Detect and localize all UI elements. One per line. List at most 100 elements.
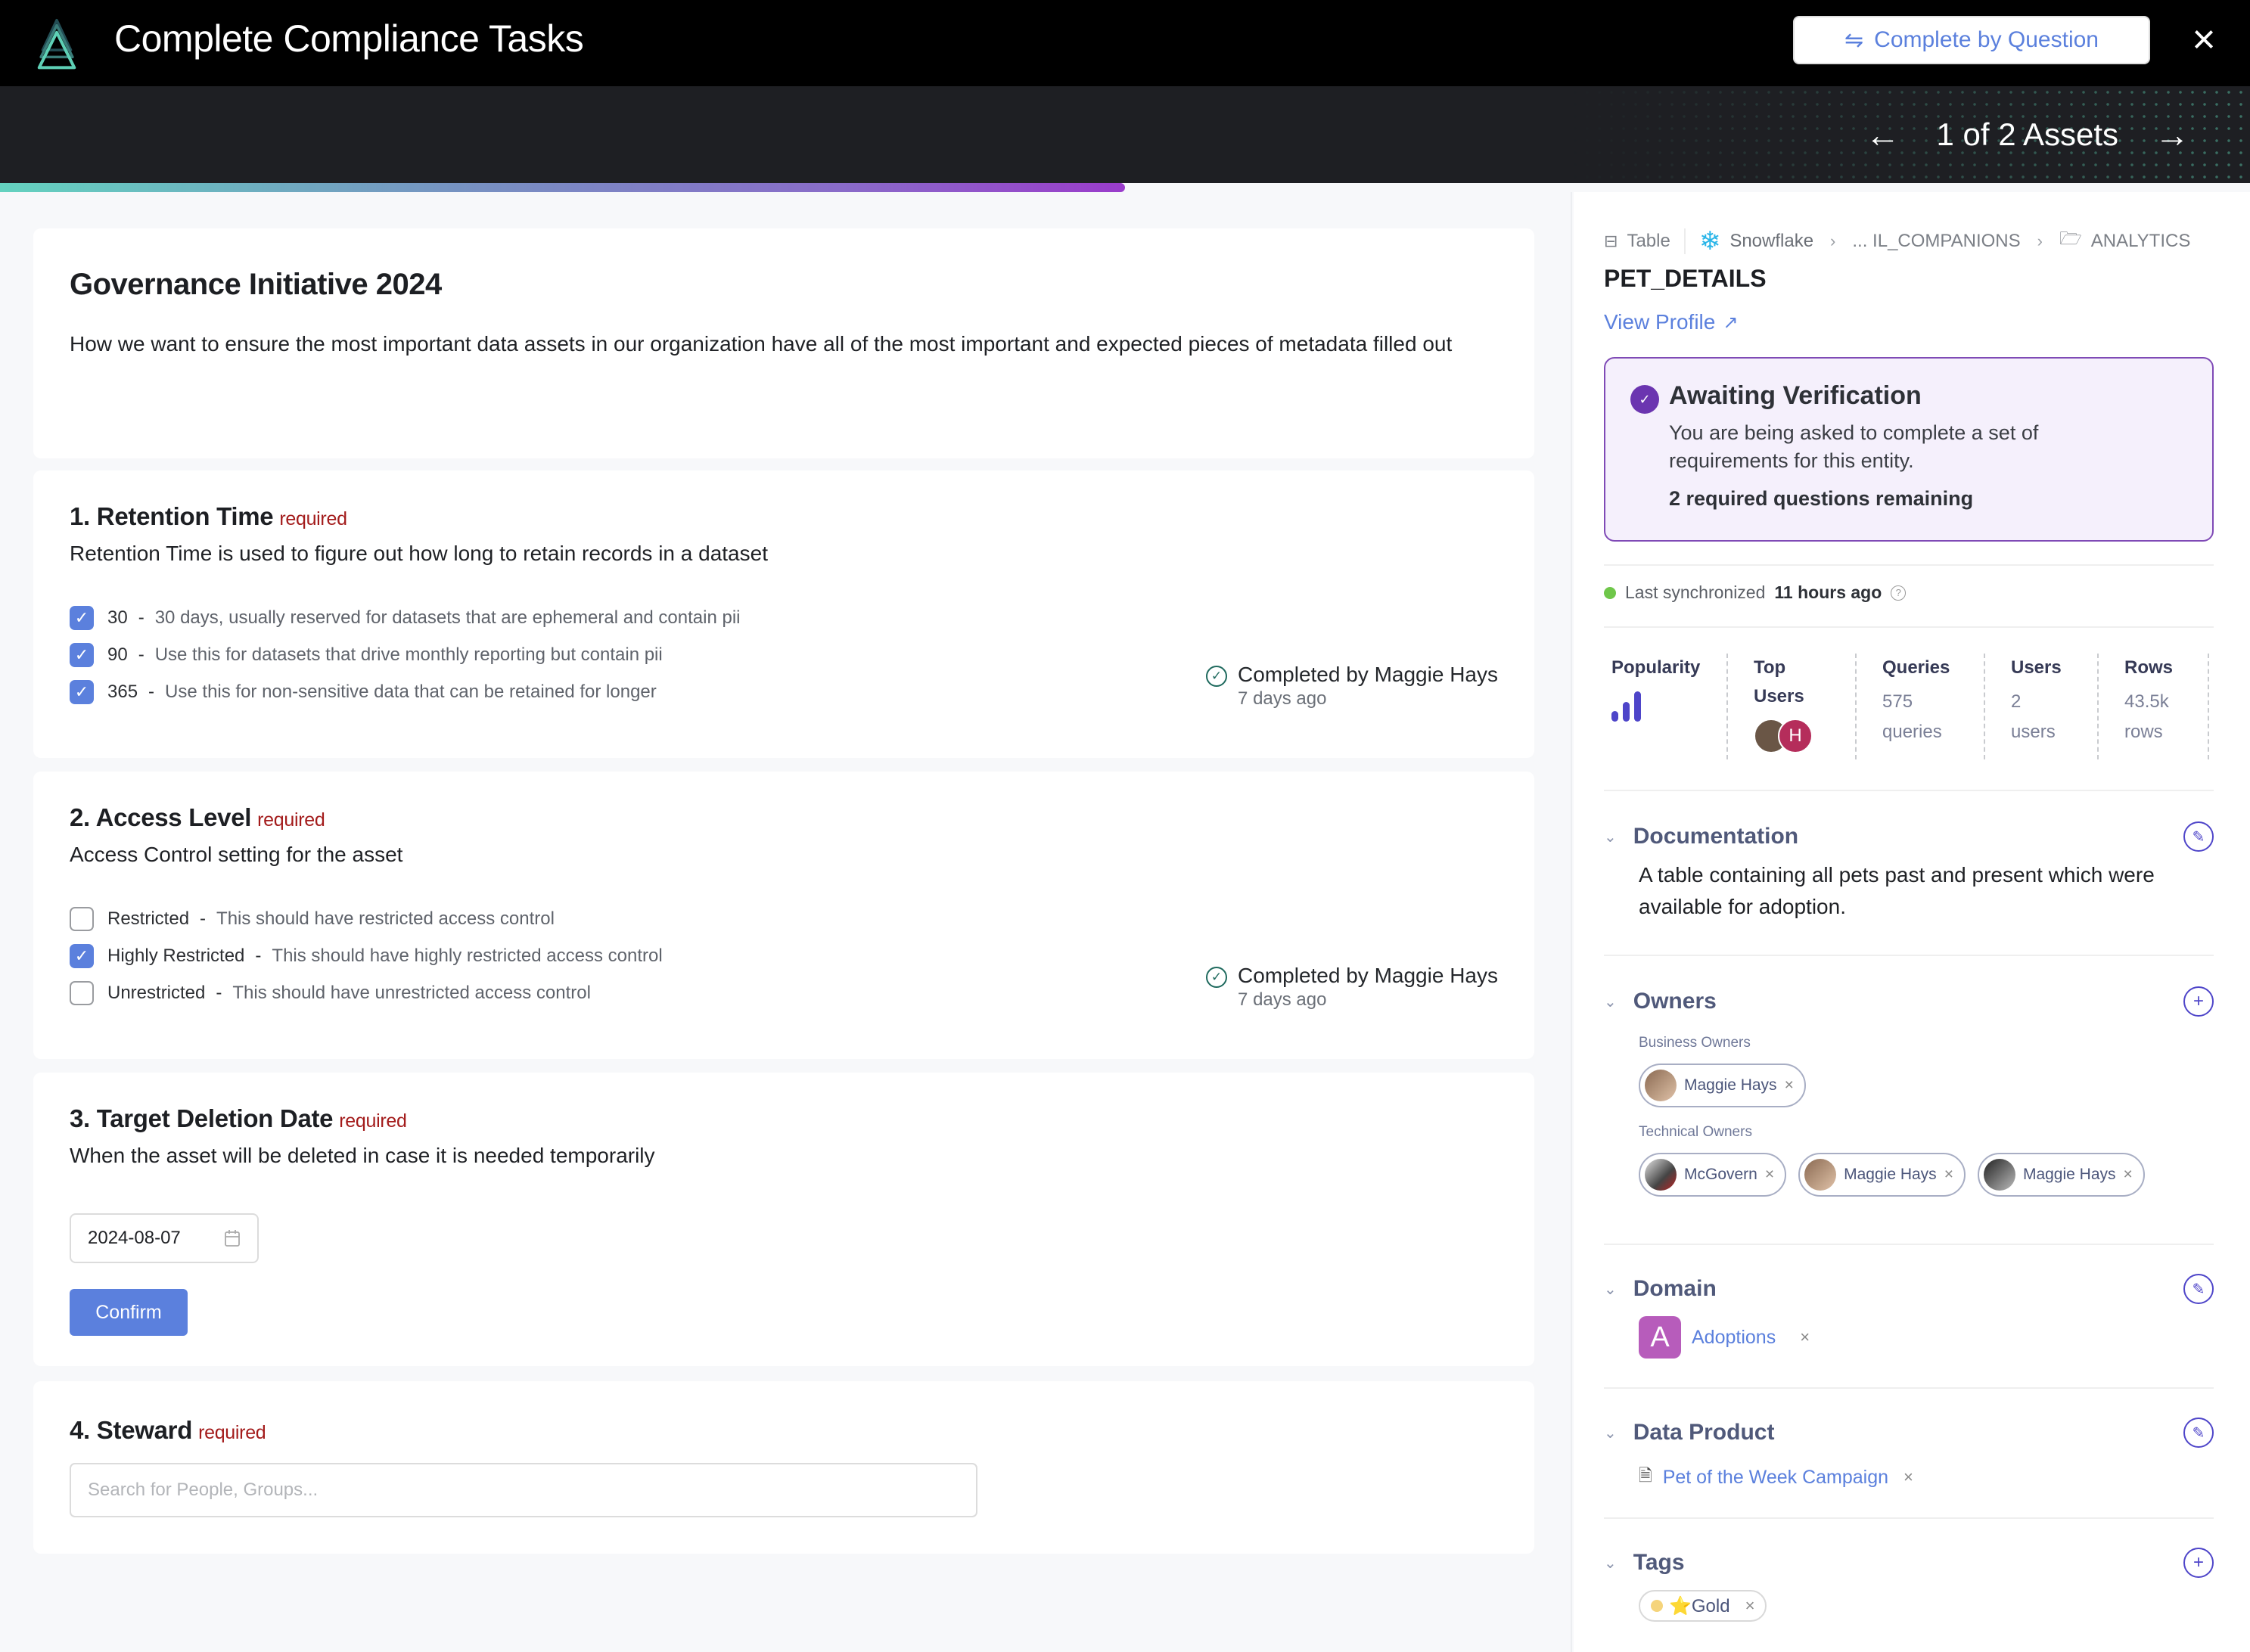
option-30[interactable]: ✓ 30-30 days, usually reserved for datase… [70,599,741,636]
technical-owners-label: Technical Owners [1639,1124,1752,1140]
remove-icon[interactable]: × [1785,1076,1794,1095]
tag-chip[interactable]: ⭐Gold × [1639,1590,1767,1622]
entity-sidebar: ⊟ Table ❄ Snowflake › ... IL_COMPANIONS … [1574,192,2250,1652]
remove-icon[interactable]: × [1765,1166,1774,1184]
progress-bar [0,183,2250,192]
add-owner-button[interactable]: + [2183,986,2214,1017]
separator: - [216,982,222,1003]
remove-data-product-icon[interactable]: × [1903,1467,1913,1487]
remove-tag-icon[interactable]: × [1745,1596,1755,1616]
breadcrumb-type: Table [1627,230,1670,251]
edit-domain-button[interactable]: ✎ [2183,1274,2214,1304]
confirm-button[interactable]: Confirm [70,1289,188,1336]
domain-toggle[interactable]: ⌄ Domain [1604,1276,1717,1302]
checkbox-checked[interactable]: ✓ [70,605,94,630]
checkbox-unchecked[interactable] [70,980,94,1005]
section-title: Documentation [1633,824,1799,849]
asset-navigation-bar: ← 1 of 2 Assets → [0,86,2250,183]
stat-value: 2 users [2011,691,2056,742]
pencil-icon: ✎ [2192,1424,2205,1442]
domain-section: ⌄ Domain ✎ A Adoptions × [1604,1272,2214,1359]
chevron-down-icon: ⌄ [1604,1424,1617,1442]
view-profile-label: View Profile [1604,310,1716,334]
breadcrumb-schema[interactable]: ANALYTICS [2091,231,2191,252]
owner-name: Maggie Hays [2022,1166,2116,1183]
stat-label: Queries [1882,657,1950,678]
remove-icon[interactable]: × [2124,1166,2133,1184]
verification-title: Awaiting Verification [1669,381,1922,410]
domain-link[interactable]: Adoptions [1692,1327,1776,1349]
owner-chip[interactable]: Maggie Hays × [1977,1153,2145,1197]
divider [1604,1244,2214,1245]
question-subtitle: Retention Time is used to figure out how… [70,542,768,565]
help-icon[interactable]: ? [1891,585,1907,601]
option-label: 30 [107,607,128,628]
option-unrestricted[interactable]: Unrestricted - This should have unrestrict… [70,974,663,1011]
option-90[interactable]: ✓ 90- Use this for datasets that drive mon… [70,636,741,673]
option-description: This should have unrestricted access con… [232,982,591,1003]
required-label: required [279,508,347,529]
avatar [1645,1159,1677,1191]
table-icon: ⊟ [1604,231,1618,250]
option-restricted[interactable]: Restricted - This should have restricted a… [70,900,663,937]
remove-domain-icon[interactable]: × [1800,1328,1810,1347]
owners-toggle[interactable]: ⌄ Owners [1604,989,1717,1014]
check-circle-icon: ✓ [1206,666,1228,687]
data-product-icon: 🗎 [1639,1466,1652,1485]
owner-chip[interactable]: McGovern × [1639,1153,1787,1197]
close-button[interactable]: × [2185,18,2223,61]
checkbox-checked[interactable]: ✓ [70,679,94,704]
tags-toggle[interactable]: ⌄ Tags [1604,1550,1685,1576]
questions-panel: Governance Initiative 2024 How we want t… [0,192,1572,1652]
question-title-text: 2. Access Level [70,803,252,831]
breadcrumb-container[interactable]: ... IL_COMPANIONS [1852,231,2020,252]
completed-by-text: Completed by Maggie Hays [1238,964,1498,987]
question-title: 1. Retention Time required [70,502,347,531]
stat-value: 575 queries [1882,691,1942,742]
status-dot-icon [1604,586,1616,599]
question-card-access-level: 2. Access Level required Access Control s… [33,772,1534,1059]
top-users-avatars: H [1754,719,1848,753]
separator: - [255,945,262,966]
data-product-toggle[interactable]: ⌄ Data Product [1604,1420,1774,1446]
question-card-target-deletion-date: 3. Target Deletion Date required When the… [33,1073,1534,1366]
question-title-text: 1. Retention Time [70,502,274,530]
complete-by-question-button[interactable]: ⇋ Complete by Question [1793,16,2150,64]
data-product-link[interactable]: Pet of the Week Campaign [1663,1467,1888,1489]
breadcrumb-platform[interactable]: Snowflake [1729,231,1813,252]
verification-banner: ✓ Awaiting Verification You are being as… [1604,357,2214,542]
view-profile-link[interactable]: View Profile ↗ [1604,310,1738,334]
previous-asset-arrow-icon[interactable]: ← [1866,114,1900,155]
checkbox-unchecked[interactable] [70,906,94,931]
business-owners-list: Maggie Hays × [1639,1064,2214,1107]
owner-chip[interactable]: Maggie Hays × [1798,1153,1966,1197]
steward-search-input[interactable] [70,1463,977,1517]
stat-queries: Queries 575 queries [1857,654,1985,759]
checkbox-checked[interactable]: ✓ [70,642,94,667]
edit-documentation-button[interactable]: ✎ [2183,821,2214,852]
remove-icon[interactable]: × [1944,1166,1953,1184]
add-tag-button[interactable]: + [2183,1548,2214,1578]
option-description: Use this for non-sensitive data that can… [165,681,657,702]
documentation-toggle[interactable]: ⌄ Documentation [1604,824,1798,849]
option-365[interactable]: ✓ 365- Use this for non-sensitive data tha… [70,673,741,710]
option-label: Restricted [107,908,190,929]
sync-prefix: Last synchronized [1625,582,1766,602]
stat-label: Rows [2124,657,2174,678]
next-asset-arrow-icon[interactable]: → [2155,114,2189,155]
avatar[interactable]: H [1778,719,1813,753]
option-highly-restricted[interactable]: ✓ Highly Restricted - This should have high… [70,937,663,974]
chevron-down-icon: ⌄ [1604,993,1617,1011]
required-label: required [198,1422,266,1443]
sync-status: Last synchronized 11 hours ago ? [1604,582,1907,603]
question-title-text: 3. Target Deletion Date [70,1104,334,1132]
section-title: Data Product [1633,1420,1775,1445]
question-title: 4. Steward required [70,1416,266,1445]
app-logo-icon [37,18,76,70]
chevron-down-icon: ⌄ [1604,828,1617,846]
checkbox-checked[interactable]: ✓ [70,943,94,968]
date-input[interactable]: 2024-08-07 [70,1213,259,1263]
owner-chip[interactable]: Maggie Hays × [1639,1064,1806,1107]
calendar-icon [225,1230,240,1247]
edit-data-product-button[interactable]: ✎ [2183,1418,2214,1448]
